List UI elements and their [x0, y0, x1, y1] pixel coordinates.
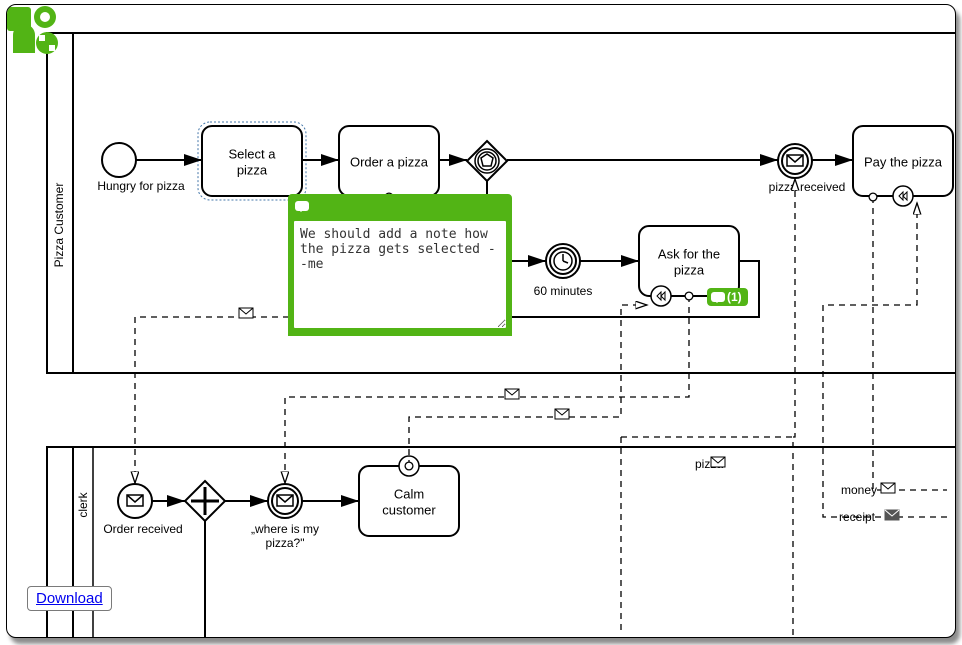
task-select-label-2: pizza: [237, 162, 268, 177]
comment-icon: [295, 201, 309, 211]
timer-event[interactable]: [546, 244, 580, 278]
pay-label: Pay the pizza: [864, 154, 943, 169]
svg-text:Ask for the: Ask for the: [658, 246, 720, 261]
msg-label-receipt: receipt: [839, 510, 876, 524]
start-label: Hungry for pizza: [97, 179, 185, 193]
lane-label-clerk: clerk: [76, 491, 90, 517]
msg-label-money: money: [841, 483, 877, 497]
message-catch-where[interactable]: [268, 484, 302, 518]
event-gateway[interactable]: [467, 141, 507, 181]
message-start-order-received[interactable]: [118, 484, 152, 518]
start-event[interactable]: [102, 143, 136, 177]
message-catch-pizza-received[interactable]: [778, 144, 812, 178]
pool-vendor[interactable]: [47, 447, 955, 637]
download-link[interactable]: Download: [36, 590, 103, 607]
received-label: pizza received: [769, 180, 846, 194]
svg-text:customer: customer: [382, 502, 436, 517]
timer-label: 60 minutes: [534, 284, 593, 298]
bpmn-io-logo[interactable]: [7, 5, 59, 57]
parallel-gateway[interactable]: [185, 481, 225, 521]
msg-flow-receipt[interactable]: [823, 203, 947, 517]
download-button[interactable]: Download: [27, 586, 112, 611]
order-received-label: Order received: [103, 522, 182, 536]
comment-textarea[interactable]: [293, 220, 507, 329]
svg-text:Calm: Calm: [394, 486, 424, 501]
task-order-label: Order a pizza: [350, 154, 429, 169]
task-select-label-1: Select a: [229, 146, 277, 161]
comment-icon: [711, 292, 725, 302]
svg-text:„where is my: „where is my: [251, 522, 319, 536]
comment-count-badge[interactable]: (1): [707, 288, 748, 306]
lane-label-customer: Pizza Customer: [52, 183, 66, 268]
msg-flow-pizza[interactable]: [793, 179, 795, 635]
svg-text:pizza: pizza: [674, 262, 705, 277]
comment-count: (1): [727, 290, 742, 304]
svg-text:pizza?": pizza?": [266, 536, 305, 550]
comment-popup[interactable]: [288, 194, 512, 336]
